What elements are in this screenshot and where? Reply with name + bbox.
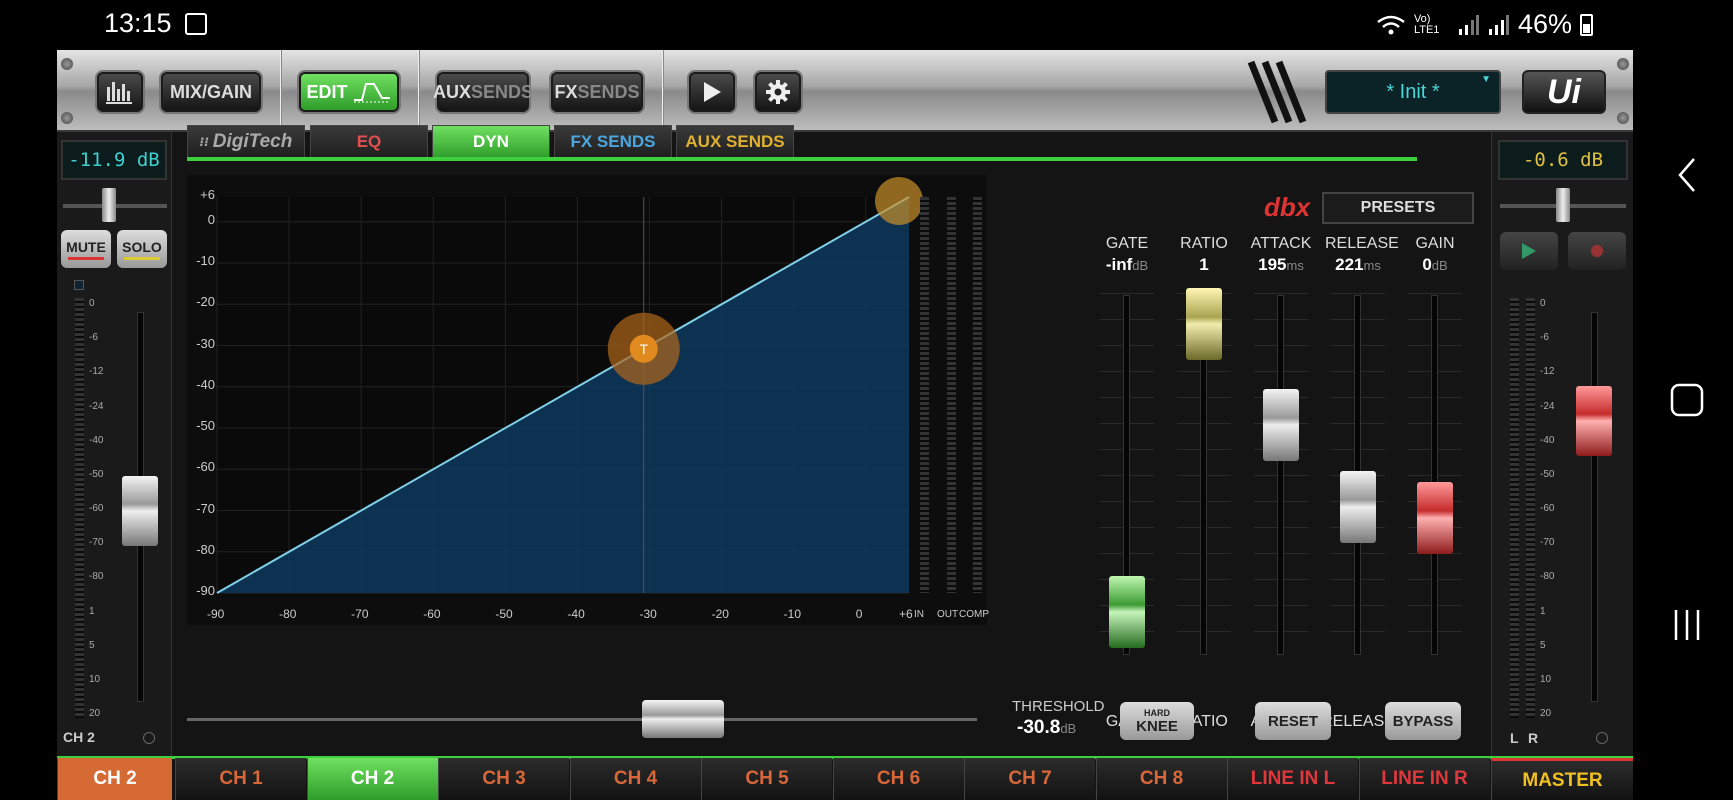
scale-tick: 1 xyxy=(89,605,95,617)
scale-tick: 0 xyxy=(1540,298,1546,309)
link-icon xyxy=(143,732,155,744)
battery-icon xyxy=(1580,13,1593,36)
scale-tick: -6 xyxy=(89,332,98,344)
master-record-button[interactable] xyxy=(1568,232,1626,270)
scale-tick: -12 xyxy=(89,366,104,378)
scale-tick: -80 xyxy=(89,571,104,583)
channel-meter xyxy=(75,298,84,718)
master-play-button[interactable] xyxy=(1500,232,1558,270)
screw-icon xyxy=(1617,58,1629,70)
solo-indicator xyxy=(124,256,160,260)
status-right: Vo) LTE1 46% xyxy=(1376,9,1593,40)
channel-name: CH 2 xyxy=(63,729,95,745)
ui-logo-button[interactable]: Ui xyxy=(1522,70,1606,114)
channel-tab[interactable]: LINE IN L xyxy=(1227,758,1358,800)
channel-tab[interactable]: LINE IN R xyxy=(1358,758,1490,800)
channel-tab[interactable]: CH 7 xyxy=(964,758,1095,800)
balance-knob[interactable] xyxy=(1556,188,1570,222)
solo-label: SOLO xyxy=(122,238,162,255)
channel-tab[interactable]: CH 2 xyxy=(306,758,438,800)
channel-selector: CH 1 CH 2 CH 3 CH 4 CH 5 CH 6 CH 7 CH 8 LINE IN … xyxy=(175,50,1491,800)
scale-tick: -40 xyxy=(89,434,104,446)
master-strip: -0.6 dB 0 -6 -12 -24 -40 -50 -60 -70 -80 1 5 10 20 L… xyxy=(1491,132,1633,758)
meter-clip-led xyxy=(74,280,84,290)
scale-tick: 1 xyxy=(1540,605,1546,617)
scale-tick: 0 xyxy=(89,298,95,309)
home-button[interactable] xyxy=(1640,365,1733,435)
signal-icon xyxy=(1458,14,1479,35)
solo-button[interactable]: SOLO xyxy=(117,230,167,268)
screw-icon xyxy=(61,112,73,124)
mute-indicator xyxy=(68,256,104,260)
channel-tab[interactable]: CH 8 xyxy=(1095,758,1227,800)
wifi-icon xyxy=(1377,15,1405,34)
channel-tab[interactable]: CH 5 xyxy=(701,758,832,800)
status-time: 13:15 xyxy=(104,8,172,38)
screw-icon xyxy=(1617,112,1629,124)
scale-tick: -60 xyxy=(1540,503,1555,514)
scale-tick: -50 xyxy=(1540,468,1555,480)
screw-icon xyxy=(61,58,73,70)
network-label: Vo) LTE1 xyxy=(1413,12,1440,36)
scale-tick: 20 xyxy=(89,708,101,719)
channel-level-display: -11.9 dB xyxy=(61,140,167,180)
recents-button[interactable] xyxy=(1640,590,1733,660)
scale-tick: -40 xyxy=(1540,434,1555,446)
recents-icon xyxy=(1674,610,1699,640)
left-label: L xyxy=(1510,730,1519,746)
scale-tick: -24 xyxy=(89,400,104,412)
channel-fader-knob[interactable] xyxy=(122,475,158,546)
master-meter-l xyxy=(1510,298,1519,718)
channel-tab[interactable]: CH 6 xyxy=(832,758,964,800)
battery-percent: 46% xyxy=(1517,9,1572,39)
pan-knob[interactable] xyxy=(102,188,116,222)
scale-tick: 10 xyxy=(89,673,101,685)
scale-tick: 5 xyxy=(1540,639,1546,651)
channel-tab[interactable]: CH 3 xyxy=(438,758,569,800)
scale-tick: 10 xyxy=(1540,673,1552,685)
channel-tab[interactable]: CH 4 xyxy=(569,758,701,800)
scale-tick: -50 xyxy=(89,468,104,480)
meters-icon xyxy=(106,82,132,104)
mixer-app: MIX/GAIN EDIT AUX SENDS FX SENDS * Init * ▼… xyxy=(57,50,1633,800)
scale-tick: -6 xyxy=(1540,332,1549,344)
meter-scale: 0 -6 -12 -24 -40 -50 -60 -70 -80 1 5 10 20 xyxy=(89,298,115,719)
right-label: R xyxy=(1528,730,1539,746)
mute-button[interactable]: MUTE xyxy=(61,230,111,268)
left-channel-strip: -11.9 dB MUTE SOLO 0 -6 -12 -24 -40 -50 -60 -70… xyxy=(57,132,172,758)
scale-tick: 5 xyxy=(89,639,95,651)
scale-tick: -80 xyxy=(1540,571,1555,583)
scale-tick: -60 xyxy=(89,503,104,514)
current-channel[interactable]: CH 2 xyxy=(57,758,172,800)
master-meter-scale: 0 -6 -12 -24 -40 -50 -60 -70 -80 1 5 10 20 xyxy=(1540,298,1566,719)
channel-tab[interactable]: CH 1 xyxy=(175,758,306,800)
link-icon xyxy=(1596,732,1608,744)
scale-tick: -12 xyxy=(1540,366,1555,378)
master-meter-r xyxy=(1526,298,1535,718)
record-icon xyxy=(1591,245,1603,257)
scale-tick: 20 xyxy=(1540,708,1552,719)
image-notification-icon xyxy=(185,13,207,35)
play-icon xyxy=(1522,243,1536,259)
status-bar: 13:15 Vo) LTE1 46% xyxy=(0,0,1733,50)
scale-tick: -70 xyxy=(89,537,104,549)
back-button[interactable] xyxy=(1640,140,1733,210)
back-icon xyxy=(1677,158,1695,192)
signal-icon-2 xyxy=(1488,14,1509,35)
meters-button[interactable] xyxy=(97,72,143,112)
scale-tick: -24 xyxy=(1540,400,1555,412)
master-fader-track[interactable] xyxy=(1591,312,1598,702)
scale-tick: -70 xyxy=(1540,537,1555,549)
master-tab[interactable]: MASTER xyxy=(1491,758,1633,800)
home-icon xyxy=(1670,383,1703,417)
mute-label: MUTE xyxy=(66,238,106,255)
master-fader-knob[interactable] xyxy=(1576,386,1612,457)
master-level-display: -0.6 dB xyxy=(1498,140,1628,180)
